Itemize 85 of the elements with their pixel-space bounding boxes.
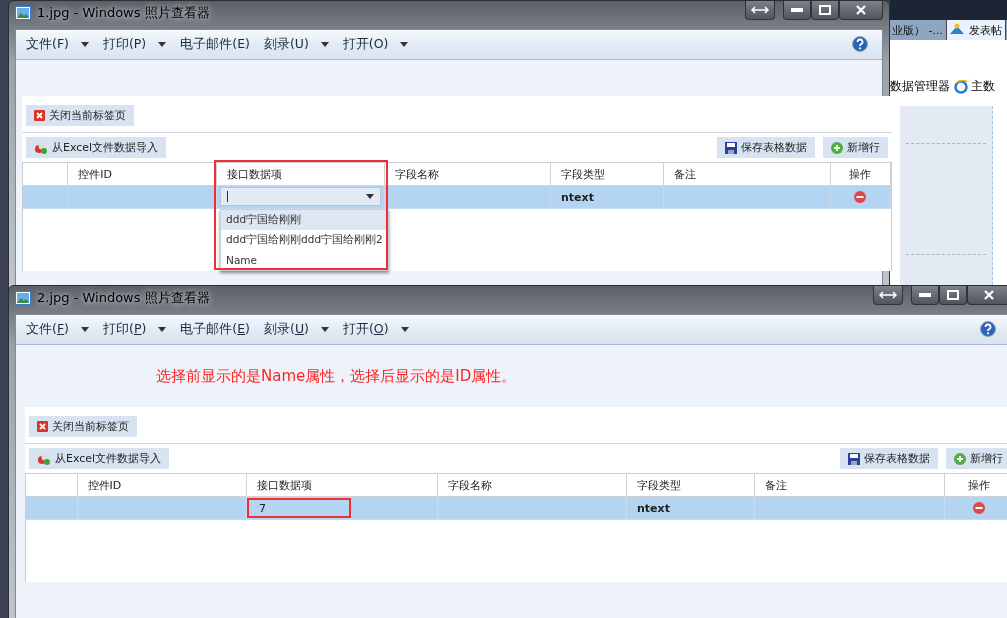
double-arrow-icon: [879, 291, 897, 299]
caret-icon: [80, 42, 89, 47]
column-header: 字段类型: [561, 166, 606, 182]
column-header: 字段名称: [395, 166, 440, 182]
column-header: 字段名称: [448, 477, 493, 493]
table-row[interactable]: 7 ntext: [26, 497, 1007, 519]
menu-item[interactable]: 文件(F): [22, 319, 97, 340]
delete-icon[interactable]: [854, 191, 867, 203]
help-icon[interactable]: [980, 321, 996, 337]
menu-item[interactable]: 打印(P): [98, 34, 175, 55]
close-icon: [984, 290, 994, 300]
column-header: 控件ID: [78, 166, 112, 182]
resize-button[interactable]: [745, 1, 775, 20]
column-header: 字段类型: [637, 477, 682, 493]
minimize-button[interactable]: [783, 1, 811, 20]
close-icon: [37, 421, 48, 432]
caret-icon: [320, 327, 329, 332]
menu-item[interactable]: 电子邮件(E): [176, 319, 258, 340]
caret-icon: [158, 327, 167, 332]
close-button[interactable]: [839, 1, 883, 20]
double-arrow-icon: [751, 6, 769, 14]
minimize-icon: [791, 8, 803, 12]
minimize-button[interactable]: [911, 286, 939, 305]
browser-tab[interactable]: 业版） -...: [890, 20, 947, 40]
column-header: 接口数据项: [256, 477, 312, 493]
save-button[interactable]: 保存表格数据: [717, 137, 815, 158]
delete-icon[interactable]: [973, 502, 986, 514]
column-header: 接口数据项: [227, 166, 283, 182]
picture-icon: [15, 6, 31, 20]
menu-item[interactable]: 打开(O): [338, 319, 417, 340]
dropdown-option[interactable]: ddd宁国给刚刚: [221, 210, 388, 230]
table-cell: ntext: [637, 501, 670, 515]
maximize-button[interactable]: [811, 1, 839, 20]
browser-tab[interactable]: 发表帖: [946, 20, 1006, 40]
toolbar-link[interactable]: 主数: [971, 78, 995, 95]
caret-icon: [400, 42, 409, 47]
annotation-text: 选择前显示的是Name属性，选择后显示的是ID属性。: [156, 366, 517, 386]
close-icon: [856, 5, 866, 15]
menu-item[interactable]: 刻录(U): [260, 319, 337, 340]
add-row-button[interactable]: 新增行: [823, 137, 888, 158]
floppy-icon: [725, 141, 737, 154]
close-button[interactable]: [967, 286, 1007, 305]
maximize-icon: [947, 290, 959, 300]
column-header: 操作: [968, 477, 991, 493]
help-icon[interactable]: [852, 36, 868, 52]
window-title: 2.jpg - Windows 照片查看器: [37, 289, 211, 307]
close-tab-button[interactable]: 关闭当前标签页: [26, 105, 134, 126]
column-header: 控件ID: [87, 477, 122, 493]
menu-item[interactable]: 打开(O): [338, 34, 417, 55]
combo-field[interactable]: [220, 187, 382, 206]
caret-icon: [158, 42, 167, 47]
browser-icon: [954, 79, 968, 94]
resize-button[interactable]: [873, 286, 903, 305]
close-tab-button[interactable]: 关闭当前标签页: [29, 416, 137, 437]
table-cell: ntext: [561, 190, 594, 204]
menu-item[interactable]: 刻录(U): [259, 34, 337, 55]
import-icon: [34, 141, 48, 154]
close-icon: [34, 110, 45, 121]
value-field[interactable]: 7: [246, 498, 351, 518]
save-button[interactable]: 保存表格数据: [840, 448, 938, 469]
import-button[interactable]: 从Excel文件数据导入: [26, 137, 167, 158]
column-header: 备注: [673, 166, 696, 182]
import-button[interactable]: 从Excel文件数据导入: [29, 448, 170, 469]
toolbar-link[interactable]: 数据管理器: [890, 78, 950, 95]
menu-item[interactable]: 电子邮件(E): [176, 34, 258, 55]
caret-icon: [366, 194, 375, 199]
caret-icon: [320, 42, 329, 47]
caret-icon: [400, 327, 409, 332]
column-header: 备注: [765, 477, 788, 493]
picture-icon: [15, 291, 31, 305]
maximize-icon: [819, 5, 831, 15]
minimize-icon: [919, 293, 931, 297]
column-header: 操作: [849, 166, 872, 182]
import-icon: [37, 452, 51, 465]
add-icon: [831, 141, 843, 154]
table-row[interactable]: ntext: [23, 186, 891, 208]
window-title: 1.jpg - Windows 照片查看器: [37, 4, 211, 22]
maximize-button[interactable]: [939, 286, 967, 305]
menu-item[interactable]: 文件(F): [22, 34, 97, 55]
menu-item[interactable]: 打印(P): [99, 319, 175, 340]
add-icon: [954, 452, 966, 465]
caret-icon: [81, 327, 89, 332]
floppy-icon: [848, 452, 860, 465]
add-row-button[interactable]: 新增行: [946, 448, 1007, 469]
tab-icon: [948, 23, 965, 35]
